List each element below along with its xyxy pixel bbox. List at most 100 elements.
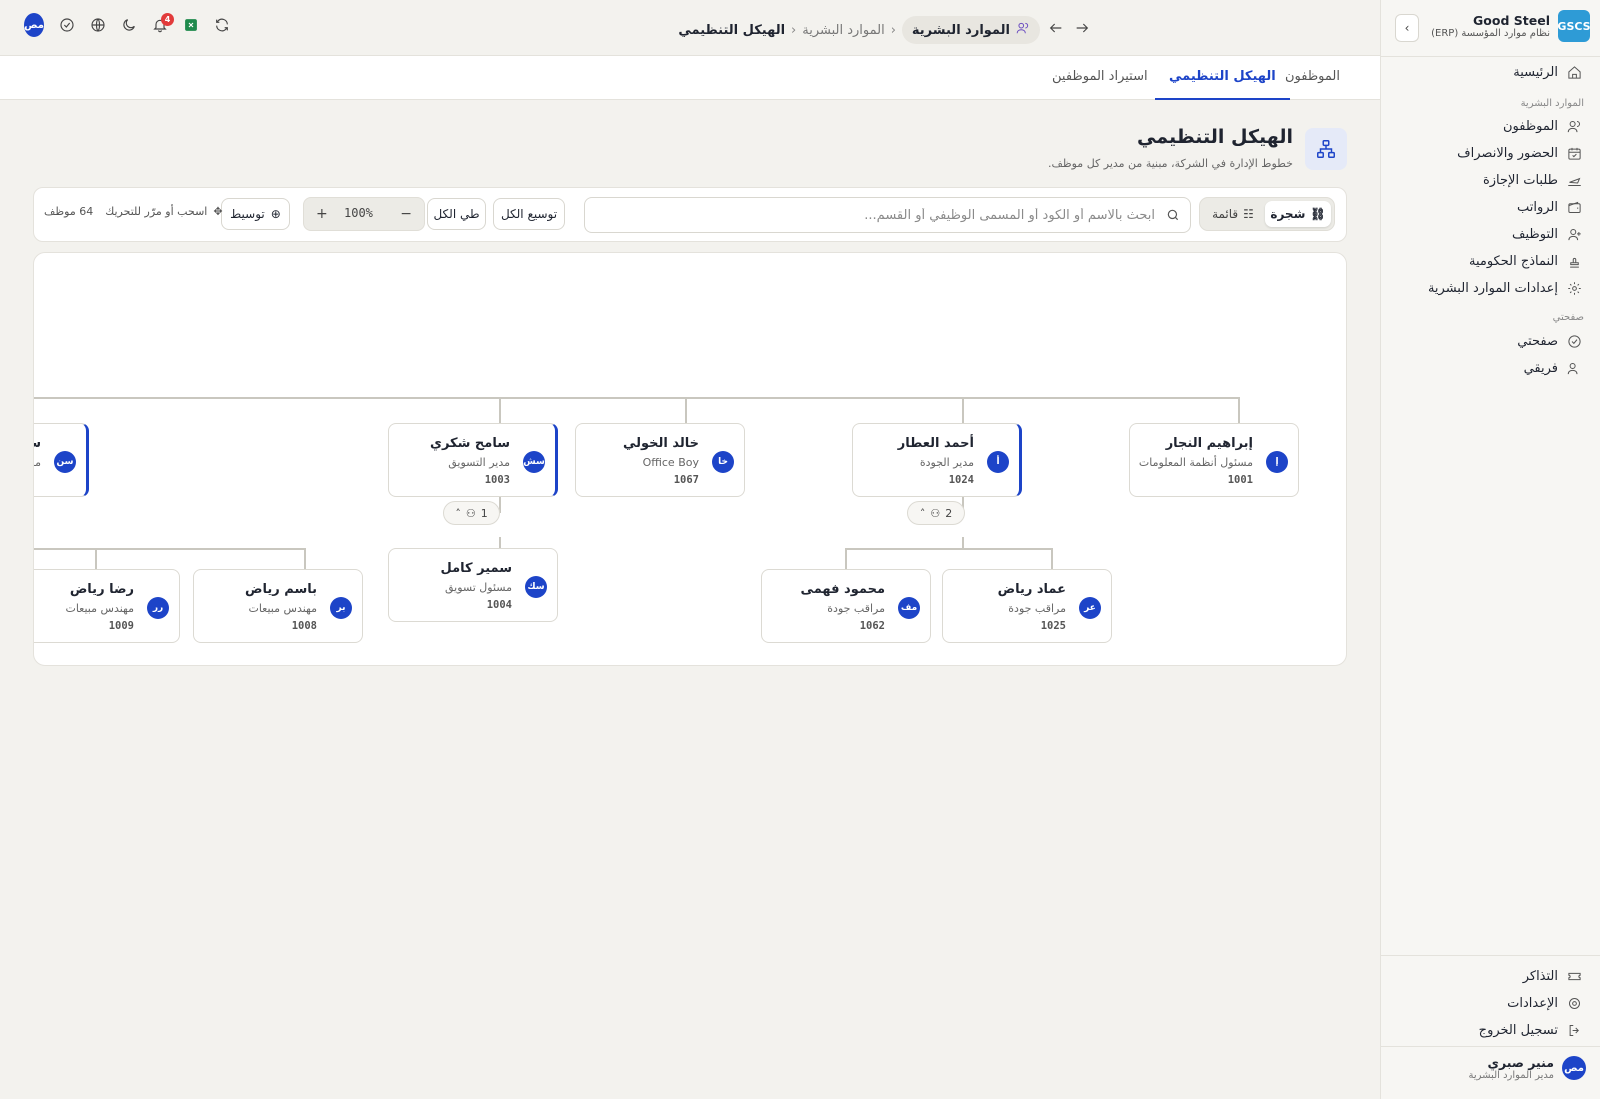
topbar: مص 4 الموارد البشرية ‹ الموارد البشرية ‹… — [0, 0, 1380, 56]
forward-button[interactable] — [1072, 20, 1092, 40]
employee-role: مسئول تسويق — [445, 581, 512, 594]
toggle-subordinates-button[interactable]: 2 ⚇ ˄ — [907, 501, 965, 525]
avatar: سش — [523, 451, 545, 473]
toggle-subordinates-button[interactable]: 1 ⚇ ˄ — [443, 501, 500, 525]
employee-role: مسئول أنظمة المعلومات — [1138, 456, 1253, 469]
chevron-up-icon: ˄ — [455, 506, 461, 520]
tab-org-chart[interactable]: الهيكل التنظيمي — [1155, 56, 1290, 100]
avatar: مص — [1562, 1056, 1586, 1080]
sidebar-item-label: إعدادات الموارد البشرية — [1427, 280, 1558, 296]
center-button[interactable]: توسيط ⊕ — [221, 198, 290, 230]
employee-card[interactable]: مف محمود فهمى مراقب جودة 1062 — [761, 569, 931, 643]
user-avatar-button[interactable]: مص — [24, 13, 44, 37]
sidebar-item-employees[interactable]: الموظفون — [1503, 118, 1582, 134]
page-title: الهيكل التنظيمي — [1137, 126, 1293, 148]
breadcrumb-module-label: الموارد البشرية — [911, 22, 1010, 38]
arrow-left-icon — [1048, 20, 1064, 40]
connector-line — [304, 548, 306, 570]
brand[interactable]: GSCS Good Steel نظام موارد المؤسسة (ERP) — [1431, 10, 1591, 42]
employee-card[interactable]: عر عماد رياض مراقب جودة 1025 — [942, 569, 1112, 643]
employee-name: أحمد العطار — [897, 436, 974, 451]
employee-code: 1025 — [1040, 620, 1066, 632]
sidebar-item-gov-forms[interactable]: النماذج الحكومية — [1469, 253, 1582, 269]
view-tree-button[interactable]: شجرة ⛓ — [1265, 201, 1331, 227]
sidebar-item-recruitment[interactable]: التوظيف — [1512, 226, 1582, 242]
theme-toggle[interactable] — [119, 17, 139, 37]
sidebar-item-tickets[interactable]: التذاكر — [1523, 968, 1582, 984]
brand-logo: GSCS — [1557, 10, 1591, 42]
drag-hint: ✥ اسحب أو مرّر للتحريك 64 موظف — [44, 205, 223, 218]
connector-line — [1238, 397, 1240, 423]
sidebar-item-payroll[interactable]: الرواتب — [1517, 199, 1582, 215]
calendar-check-icon — [1566, 145, 1582, 161]
sidebar-item-home[interactable]: الرئيسية — [1513, 64, 1582, 80]
zoom-control: − 100% + — [303, 197, 425, 231]
current-user[interactable]: مص منير صبري مدير الموارد البشرية — [1468, 1055, 1586, 1081]
sidebar-divider — [1381, 1046, 1600, 1047]
drag-hint-text: اسحب أو مرّر للتحريك — [105, 205, 208, 218]
sidebar-item-leave[interactable]: طلبات الإجازة — [1483, 172, 1582, 188]
employee-card[interactable]: أ أحمد العطار مدير الجودة 1024 — [852, 423, 1022, 497]
sidebar-item-my-team[interactable]: فريقي — [1524, 360, 1582, 376]
employee-card[interactable]: سن سا مد — [34, 423, 89, 497]
users-icon — [1566, 118, 1582, 134]
brand-subtitle: نظام موارد المؤسسة (ERP) — [1431, 28, 1550, 39]
employee-card[interactable]: رر رضا رياض مهندس مبيعات 1009 — [34, 569, 180, 643]
connector-line — [685, 397, 687, 423]
employee-role: مراقب جودة — [1008, 602, 1066, 615]
sidebar-item-label: طلبات الإجازة — [1482, 172, 1558, 188]
language-button[interactable] — [88, 17, 108, 37]
employee-card[interactable]: سش سامح شكري مدير التسويق 1003 — [388, 423, 558, 497]
view-list-label: قائمة — [1212, 207, 1239, 221]
sidebar-item-hr-settings[interactable]: إعدادات الموارد البشرية — [1428, 280, 1582, 296]
sidebar-item-settings[interactable]: الإعدادات — [1507, 995, 1582, 1011]
excel-button[interactable] — [181, 17, 201, 37]
search-input[interactable] — [595, 198, 1155, 232]
list-icon: ☷ — [1243, 207, 1254, 221]
employee-card[interactable]: بر باسم رياض مهندس مبيعات 1008 — [193, 569, 363, 643]
wallet-icon — [1566, 199, 1582, 215]
employee-code: 1067 — [673, 474, 699, 486]
tasks-button[interactable] — [57, 17, 77, 37]
employee-code: 1001 — [1227, 474, 1253, 486]
check-circle-icon — [59, 17, 75, 37]
sidebar-section-mine: صفحتي — [1552, 312, 1584, 323]
connector-line — [34, 397, 1239, 399]
employee-card[interactable]: سك سمير كامل مسئول تسويق 1004 — [388, 548, 558, 622]
page-subtitle: خطوط الإدارة في الشركة، مبنية من مدير كل… — [1047, 157, 1293, 170]
employee-role: مراقب جودة — [827, 602, 885, 615]
sidebar-collapse-button[interactable]: ‹ — [1395, 14, 1419, 42]
gear-icon — [1566, 280, 1582, 296]
refresh-button[interactable] — [212, 17, 232, 37]
sidebar-item-label: فريقي — [1523, 360, 1558, 376]
employee-code: 1009 — [108, 620, 134, 632]
sidebar-item-my-page[interactable]: صفحتي — [1517, 333, 1582, 349]
expand-all-button[interactable]: توسيع الكل — [493, 198, 565, 230]
ticket-icon — [1566, 968, 1582, 984]
notification-badge: 4 — [161, 13, 174, 26]
employee-name: إبراهيم النجار — [1165, 436, 1253, 451]
tab-import-employees[interactable]: استيراد الموظفين — [1038, 56, 1162, 100]
org-chart-canvas[interactable]: إ إبراهيم النجار مسئول أنظمة المعلومات 1… — [33, 252, 1347, 666]
employee-role: مدير التسويق — [448, 456, 510, 469]
collapse-all-button[interactable]: طي الكل — [427, 198, 486, 230]
zoom-in-button[interactable]: + — [316, 206, 328, 222]
users-icon — [1016, 21, 1030, 39]
breadcrumb-module[interactable]: الموارد البشرية — [901, 16, 1040, 44]
arrow-right-icon — [1074, 20, 1090, 40]
employee-code: 1008 — [291, 620, 317, 632]
avatar: سك — [525, 576, 547, 598]
employee-card[interactable]: خا خالد الخولي Office Boy 1067 — [575, 423, 745, 497]
view-list-button[interactable]: قائمة ☷ — [1204, 201, 1262, 227]
sidebar-item-label: الرواتب — [1516, 199, 1558, 215]
zoom-out-button[interactable]: − — [400, 206, 412, 222]
employee-card[interactable]: إ إبراهيم النجار مسئول أنظمة المعلومات 1… — [1129, 423, 1299, 497]
sidebar-item-attendance[interactable]: الحضور والانصراف — [1457, 145, 1582, 161]
breadcrumb-parent[interactable]: الموارد البشرية — [802, 23, 884, 38]
plane-icon — [1566, 172, 1582, 188]
back-button[interactable] — [1046, 20, 1066, 40]
sidebar-item-logout[interactable]: تسجيل الخروج — [1479, 1022, 1582, 1038]
notifications-button[interactable]: 4 — [150, 13, 174, 37]
sidebar-item-label: الإعدادات — [1507, 995, 1558, 1011]
employee-code: 1004 — [486, 599, 512, 611]
